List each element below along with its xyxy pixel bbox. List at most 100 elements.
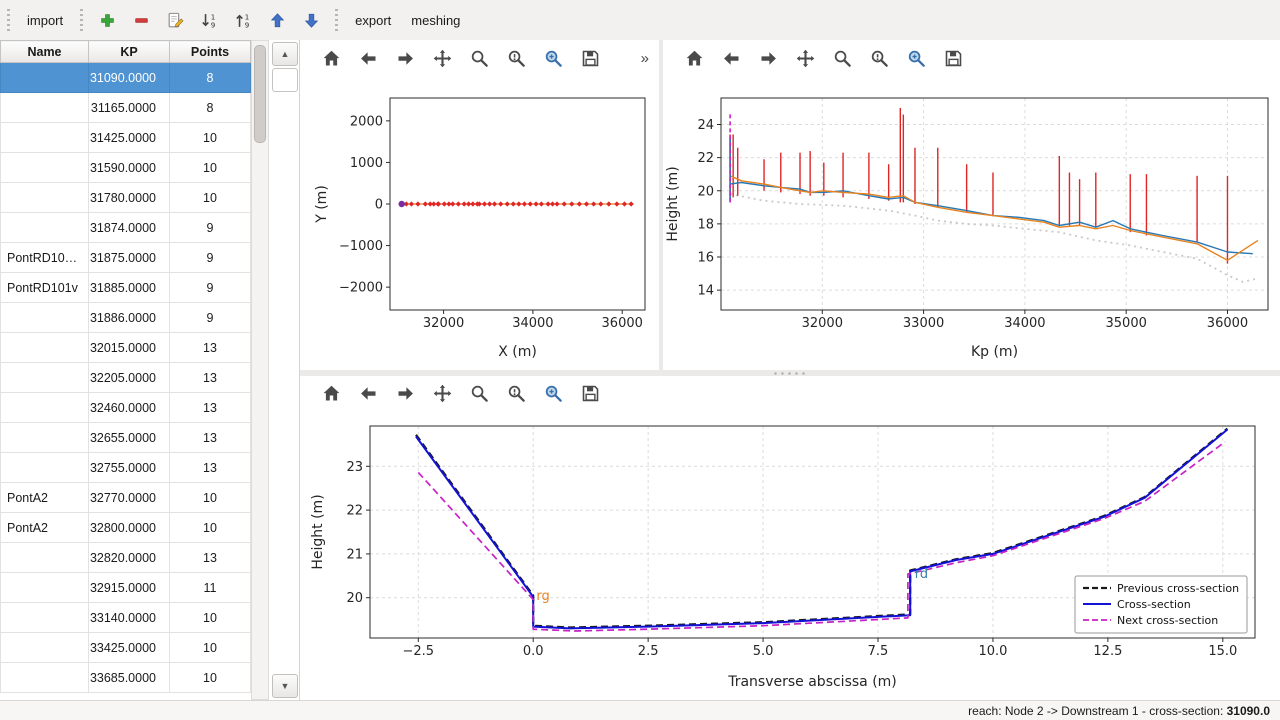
table-row[interactable]: 32015.0000 13 <box>1 333 251 363</box>
cell-kp[interactable]: 32460.0000 <box>89 393 170 423</box>
cell-name[interactable] <box>1 93 89 123</box>
cell-points[interactable]: 10 <box>170 513 251 543</box>
mpl-pan-button[interactable] <box>429 380 455 406</box>
cell-kp[interactable]: 32755.0000 <box>89 453 170 483</box>
table-row[interactable]: 32915.0000 11 <box>1 573 251 603</box>
add-cross-section-button[interactable] <box>93 6 121 34</box>
cell-kp[interactable]: 31886.0000 <box>89 303 170 333</box>
cell-name[interactable] <box>1 63 89 93</box>
move-down-button[interactable] <box>297 6 325 34</box>
table-row[interactable]: 32460.0000 13 <box>1 393 251 423</box>
mpl-forward-button[interactable] <box>755 45 781 71</box>
table-row[interactable]: 31165.0000 8 <box>1 93 251 123</box>
table-row[interactable]: 32820.0000 13 <box>1 543 251 573</box>
column-header-kp[interactable]: KP <box>89 41 170 63</box>
cell-kp[interactable]: 33685.0000 <box>89 663 170 693</box>
cell-name[interactable] <box>1 213 89 243</box>
cell-kp[interactable]: 32655.0000 <box>89 423 170 453</box>
plan-figure[interactable]: 320003400036000−2000−1000010002000X (m)Y… <box>300 76 659 370</box>
column-header-points[interactable]: Points <box>170 41 251 63</box>
mpl-zoom-button[interactable] <box>829 45 855 71</box>
mpl-inspect-button[interactable] <box>503 380 529 406</box>
cell-points[interactable]: 10 <box>170 123 251 153</box>
table-row[interactable]: PontRD101v 31885.0000 9 <box>1 273 251 303</box>
sort-descending-button[interactable] <box>229 6 257 34</box>
profile-figure[interactable]: 3200033000340003500036000141618202224Kp … <box>663 76 1280 370</box>
cell-name[interactable]: PontA2 <box>1 513 89 543</box>
cell-points[interactable]: 11 <box>170 573 251 603</box>
mpl-save-button[interactable] <box>577 380 603 406</box>
cell-name[interactable]: PontRD101v <box>1 273 89 303</box>
table-row[interactable]: 33685.0000 10 <box>1 663 251 693</box>
menu-import[interactable]: import <box>17 9 73 32</box>
cell-kp[interactable]: 32205.0000 <box>89 363 170 393</box>
table-row[interactable]: 33140.0000 10 <box>1 603 251 633</box>
cell-points[interactable]: 13 <box>170 333 251 363</box>
cell-points[interactable]: 9 <box>170 243 251 273</box>
table-row[interactable]: 31090.0000 8 <box>1 63 251 93</box>
cell-kp[interactable]: 31590.0000 <box>89 153 170 183</box>
cell-points[interactable]: 9 <box>170 303 251 333</box>
table-row[interactable]: 33425.0000 10 <box>1 633 251 663</box>
column-header-name[interactable]: Name <box>1 41 89 63</box>
cell-points[interactable]: 13 <box>170 363 251 393</box>
cell-points[interactable]: 13 <box>170 393 251 423</box>
cell-kp[interactable]: 32820.0000 <box>89 543 170 573</box>
cell-points[interactable]: 9 <box>170 213 251 243</box>
mpl-zoom-selection-button[interactable] <box>540 45 566 71</box>
table-row[interactable]: PontA2 32770.0000 10 <box>1 483 251 513</box>
cell-kp[interactable]: 31885.0000 <box>89 273 170 303</box>
table-scrollbar[interactable] <box>251 40 269 700</box>
table-row[interactable]: 32655.0000 13 <box>1 423 251 453</box>
cell-name[interactable] <box>1 303 89 333</box>
cell-kp[interactable]: 33425.0000 <box>89 633 170 663</box>
mpl-save-button[interactable] <box>577 45 603 71</box>
mpl-zoom-selection-button[interactable] <box>903 45 929 71</box>
cell-name[interactable] <box>1 393 89 423</box>
mpl-back-button[interactable] <box>355 380 381 406</box>
cell-points[interactable]: 10 <box>170 183 251 213</box>
mpl-home-button[interactable] <box>318 45 344 71</box>
mpl-inspect-button[interactable] <box>503 45 529 71</box>
menu-export[interactable]: export <box>345 9 401 32</box>
table-row[interactable]: PontRD10… 31875.0000 9 <box>1 243 251 273</box>
sort-ascending-button[interactable] <box>195 6 223 34</box>
cell-points[interactable]: 8 <box>170 63 251 93</box>
cell-points[interactable]: 10 <box>170 663 251 693</box>
table-row[interactable]: 31425.0000 10 <box>1 123 251 153</box>
mpl-back-button[interactable] <box>355 45 381 71</box>
cell-kp[interactable]: 32800.0000 <box>89 513 170 543</box>
remove-cross-section-button[interactable] <box>127 6 155 34</box>
mpl-forward-button[interactable] <box>392 380 418 406</box>
cross-section-figure[interactable]: −2.50.02.55.07.510.012.515.020212223Tran… <box>300 410 1280 700</box>
table-row[interactable]: 32755.0000 13 <box>1 453 251 483</box>
mpl-forward-button[interactable] <box>392 45 418 71</box>
table-row[interactable]: 31874.0000 9 <box>1 213 251 243</box>
table-row[interactable]: PontA2 32800.0000 10 <box>1 513 251 543</box>
cell-name[interactable] <box>1 453 89 483</box>
panel-scrollbar-thumb[interactable] <box>272 68 298 92</box>
mpl-pan-button[interactable] <box>429 45 455 71</box>
cell-points[interactable]: 8 <box>170 93 251 123</box>
cell-name[interactable] <box>1 183 89 213</box>
cell-points[interactable]: 10 <box>170 633 251 663</box>
move-up-button[interactable] <box>263 6 291 34</box>
mpl-home-button[interactable] <box>681 45 707 71</box>
mpl-pan-button[interactable] <box>792 45 818 71</box>
mpl-inspect-button[interactable] <box>866 45 892 71</box>
mpl-zoom-button[interactable] <box>466 45 492 71</box>
scroll-up-button[interactable]: ▲ <box>272 42 298 66</box>
cell-name[interactable] <box>1 603 89 633</box>
table-row[interactable]: 31780.0000 10 <box>1 183 251 213</box>
cell-kp[interactable]: 31875.0000 <box>89 243 170 273</box>
cell-points[interactable]: 9 <box>170 273 251 303</box>
scroll-down-button[interactable]: ▼ <box>272 674 298 698</box>
cell-points[interactable]: 10 <box>170 603 251 633</box>
toolbar-overflow-button[interactable]: » <box>635 48 655 69</box>
edit-cross-section-button[interactable] <box>161 6 189 34</box>
cell-points[interactable]: 13 <box>170 453 251 483</box>
table-row[interactable]: 31590.0000 10 <box>1 153 251 183</box>
cell-kp[interactable]: 31090.0000 <box>89 63 170 93</box>
mpl-back-button[interactable] <box>718 45 744 71</box>
mpl-save-button[interactable] <box>940 45 966 71</box>
